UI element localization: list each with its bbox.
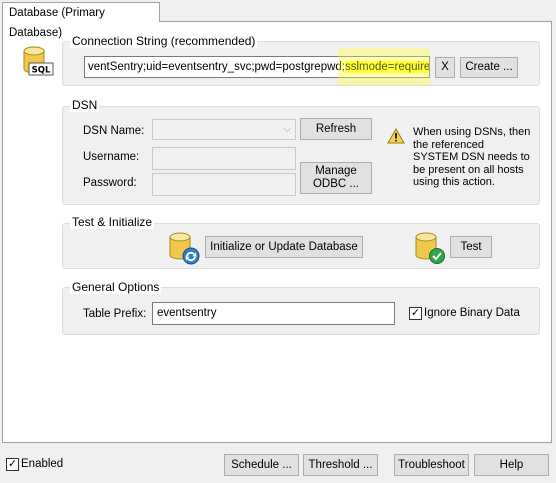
ignore-binary-label: Ignore Binary Data <box>424 307 520 319</box>
schedule-button[interactable]: Schedule ... <box>224 454 299 476</box>
manage-odbc-label-1: Manage <box>315 165 357 177</box>
connection-string-highlight: sslmode=require; <box>344 61 429 73</box>
tab-database-primary[interactable]: Database (Primary Database) <box>2 2 160 39</box>
manage-odbc-label-2: ODBC ... <box>312 178 359 190</box>
ignore-binary-checkbox[interactable]: ✓ <box>409 307 422 320</box>
dsn-name-label: DSN Name: <box>83 125 145 137</box>
password-input[interactable] <box>152 173 296 196</box>
test-initialize-title: Test & Initialize <box>70 215 155 229</box>
threshold-button[interactable]: Threshold ... <box>303 454 378 476</box>
table-prefix-input[interactable]: eventsentry <box>152 302 395 325</box>
username-input[interactable] <box>152 147 296 170</box>
initialize-database-button[interactable]: Initialize or Update Database <box>205 236 363 258</box>
help-button[interactable]: Help <box>474 454 549 476</box>
chevron-down-icon: ⌵ <box>283 124 291 135</box>
enabled-label: Enabled <box>21 458 64 470</box>
table-prefix-label: Table Prefix: <box>83 308 147 320</box>
dsn-name-select[interactable]: ⌵ <box>152 119 296 140</box>
clear-connection-button[interactable]: X <box>435 57 455 78</box>
username-label: Username: <box>83 151 140 163</box>
password-label: Password: <box>83 177 137 189</box>
troubleshoot-button[interactable]: Troubleshoot <box>394 454 469 476</box>
enabled-checkbox[interactable]: ✓ <box>6 458 19 471</box>
manage-odbc-button[interactable]: Manage ODBC ... <box>300 162 372 194</box>
create-connection-button[interactable]: Create ... <box>460 57 518 78</box>
dsn-warning-text: When using DSNs, then the referenced SYS… <box>413 126 531 188</box>
sql-database-icon: SQL <box>20 44 54 78</box>
connection-string-input[interactable]: ventSentry;uid=eventsentry_svc;pwd=postg… <box>84 56 430 78</box>
connection-string-title: Connection String (recommended) <box>70 34 258 48</box>
test-button[interactable]: Test <box>450 236 492 258</box>
dsn-title: DSN <box>70 98 100 112</box>
refresh-button[interactable]: Refresh <box>300 118 372 140</box>
general-options-title: General Options <box>70 280 162 294</box>
database-test-icon <box>413 232 447 266</box>
warning-icon <box>387 127 405 144</box>
sql-icon-text: SQL <box>32 66 51 76</box>
connection-string-value: ventSentry;uid=eventsentry_svc;pwd=postg… <box>88 61 345 73</box>
database-update-icon <box>167 232 201 266</box>
